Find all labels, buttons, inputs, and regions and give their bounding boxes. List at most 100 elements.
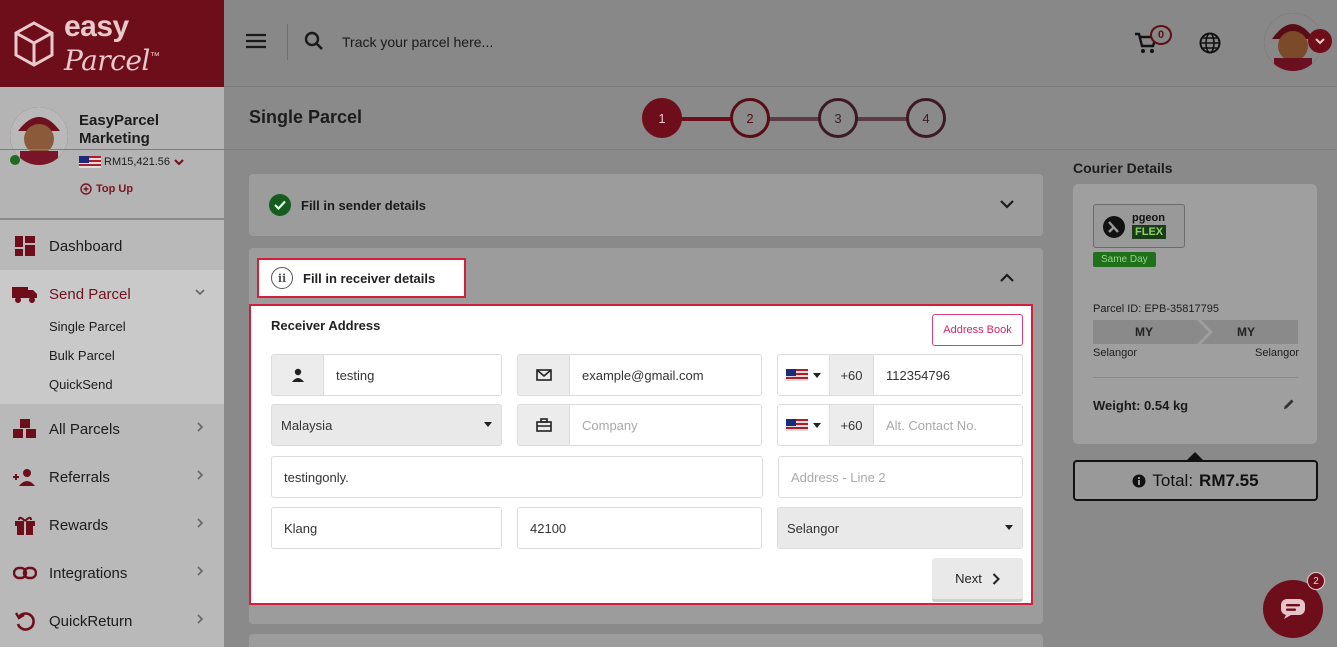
receiver-company-input[interactable] [570, 405, 761, 445]
chevron-down-icon [194, 286, 206, 298]
address-book-button[interactable]: Address Book [932, 314, 1023, 346]
address-line-2-field [778, 456, 1023, 498]
chevron-up-icon[interactable] [999, 272, 1015, 284]
phone-country-code: +60 [830, 355, 874, 395]
submenu-bulk-parcel[interactable]: Bulk Parcel [49, 348, 115, 363]
sidebar-item-all-parcels[interactable]: All Parcels [0, 405, 224, 453]
origin-country: MY [1135, 325, 1153, 339]
country-select[interactable]: Malaysia [271, 404, 502, 446]
balance-amount: RM15,421.56 [104, 156, 171, 168]
stepper-connector [768, 117, 820, 121]
receiver-email-field [517, 354, 762, 396]
step-4[interactable]: 4 [906, 98, 946, 138]
receiver-name-field [271, 354, 502, 396]
state-select[interactable]: Selangor [777, 507, 1023, 549]
gift-icon [12, 512, 38, 538]
chat-unread-badge: 2 [1307, 572, 1325, 590]
country-select-value: Malaysia [281, 417, 333, 433]
topup-link[interactable]: Top Up [80, 183, 133, 195]
online-status-dot [10, 155, 20, 165]
page-title: Single Parcel [249, 107, 363, 127]
receiver-details-header[interactable]: ii Fill in receiver details [257, 258, 466, 298]
sidebar-item-quickreturn[interactable]: QuickReturn [0, 597, 224, 645]
toolbar-divider [287, 24, 288, 60]
parcel-id: Parcel ID: EPB-35817795 [1093, 303, 1219, 315]
receiver-alt-phone-input[interactable] [874, 405, 1022, 445]
caret-down-icon [1005, 525, 1013, 530]
pencil-edit-icon[interactable] [1283, 398, 1295, 410]
envelope-icon [518, 355, 570, 395]
globe-language-icon[interactable] [1199, 32, 1221, 54]
caret-down-icon [813, 422, 821, 428]
briefcase-icon [518, 405, 570, 445]
address-line-1-field [271, 456, 763, 498]
pigeon-logo-icon [1102, 215, 1126, 239]
cart-count-badge: 0 [1150, 25, 1172, 45]
destination-state: Selangor [1255, 347, 1300, 359]
receiver-name-input[interactable] [324, 355, 501, 395]
city-field [271, 507, 502, 549]
courier-details-title: Courier Details [1073, 160, 1173, 176]
sender-details-header[interactable]: Fill in sender details [269, 194, 426, 216]
address-line-2-input[interactable] [779, 457, 1022, 497]
origin-state: Selangor [1093, 347, 1138, 359]
receiver-phone-input[interactable] [874, 355, 1022, 395]
next-section-panel [249, 634, 1043, 647]
postcode-input[interactable] [518, 508, 761, 548]
total-label: Total: [1152, 470, 1194, 490]
phone-country-select[interactable] [778, 355, 830, 395]
chevron-down-icon [173, 156, 185, 168]
step-2[interactable]: 2 [730, 98, 770, 138]
submenu-single-parcel[interactable]: Single Parcel [49, 319, 126, 334]
brand-logo[interactable]: easy Parcel™ [0, 0, 224, 87]
sidebar-item-dashboard[interactable]: Dashboard [0, 222, 224, 270]
receiver-address-form: Receiver Address Address Book +60 Malays… [249, 304, 1033, 605]
link-icon [12, 560, 38, 586]
chevron-right-icon [992, 572, 1000, 585]
courier-logo-text: pgeon [1132, 212, 1165, 224]
hamburger-menu-icon[interactable] [246, 33, 266, 49]
address-line-1-input[interactable] [272, 457, 762, 497]
chevron-right-icon [194, 469, 206, 481]
city-input[interactable] [272, 508, 501, 548]
user-menu-chevron-icon[interactable] [1308, 29, 1332, 53]
stepper-connector [856, 117, 908, 121]
step-1[interactable]: 1 [642, 98, 682, 138]
sender-details-title: Fill in sender details [301, 197, 426, 213]
alt-phone-country-select[interactable] [778, 405, 830, 445]
track-parcel-search-input[interactable] [342, 28, 742, 56]
box-logo-icon [12, 20, 56, 68]
receiver-email-input[interactable] [570, 355, 761, 395]
person-icon [272, 355, 324, 395]
submenu-quicksend[interactable]: QuickSend [49, 377, 113, 392]
courier-logo-flex: FLEX [1132, 225, 1167, 239]
state-select-value: Selangor [787, 520, 840, 536]
sidebar-item-label: Referrals [49, 468, 110, 486]
dashboard-icon [12, 233, 38, 259]
receiver-address-heading: Receiver Address [271, 318, 381, 333]
sidebar-item-referrals[interactable]: Referrals [0, 453, 224, 501]
sidebar-item-label: QuickReturn [49, 612, 133, 630]
sidebar-item-integrations[interactable]: Integrations [0, 549, 224, 597]
chevron-right-icon [194, 517, 206, 529]
sidebar-item-label: Rewards [49, 516, 109, 534]
receiver-phone-field: +60 [777, 354, 1023, 396]
brand-name: easy Parcel™ [64, 9, 160, 77]
send-parcel-submenu: Single Parcel Bulk Parcel QuickSend [0, 312, 224, 404]
stepper-connector [680, 117, 732, 121]
plus-circle-icon [80, 183, 92, 195]
top-bar: 0 [224, 0, 1337, 87]
step-3[interactable]: 3 [818, 98, 858, 138]
truck-icon [12, 281, 38, 307]
wallet-balance[interactable]: RM15,421.56 [79, 156, 185, 168]
sidebar-item-rewards[interactable]: Rewards [0, 501, 224, 549]
boxes-icon [12, 416, 38, 442]
sidebar-item-send-parcel[interactable]: Send Parcel [0, 270, 224, 318]
caret-down-icon [484, 422, 492, 427]
search-icon[interactable] [304, 31, 324, 51]
postcode-field [517, 507, 762, 549]
chevron-down-icon[interactable] [999, 198, 1015, 210]
pause-circle-icon: ii [271, 267, 293, 289]
return-icon [12, 608, 38, 634]
next-button[interactable]: Next [932, 558, 1023, 602]
